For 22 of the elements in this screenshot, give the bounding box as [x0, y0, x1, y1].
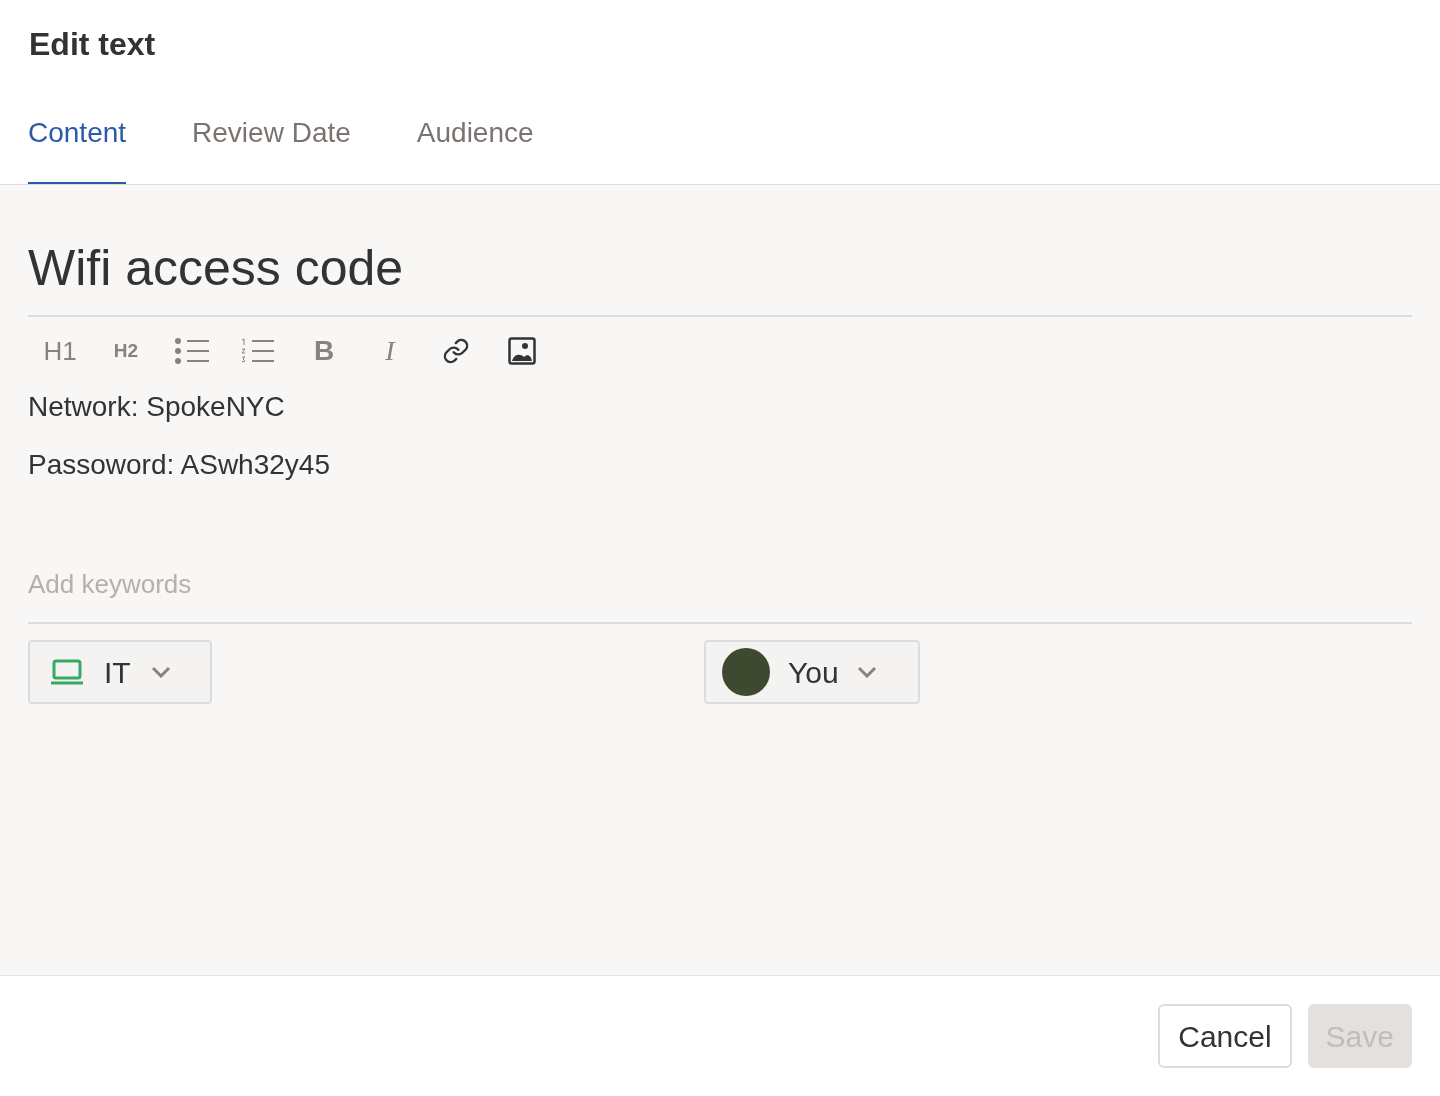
laptop-icon: [50, 659, 84, 685]
keywords-field[interactable]: Add keywords: [28, 565, 1412, 624]
tab[interactable]: Review Date: [192, 112, 351, 184]
chevron-down-icon: [856, 666, 877, 678]
body-text: Passoword: ASwh32y45: [28, 448, 331, 482]
avatar: [722, 648, 770, 696]
tab[interactable]: Audience: [416, 112, 534, 184]
dialog-title: Edit text: [29, 25, 157, 64]
title-field[interactable]: Wifi access code: [28, 235, 1412, 317]
category-dropdown[interactable]: IT: [28, 640, 212, 704]
image-icon: [508, 337, 536, 365]
cancel-button[interactable]: Cancel: [1158, 1004, 1292, 1068]
link-icon: [442, 337, 470, 365]
numbered-list-icon: [240, 338, 276, 364]
heading-two-button[interactable]: H2: [106, 331, 146, 371]
bullet-list-icon: [174, 338, 210, 364]
owner-dropdown[interactable]: You: [704, 640, 920, 704]
heading-one-button[interactable]: H1: [40, 331, 80, 371]
body-text: Network: SpokeNYC: [28, 390, 286, 424]
chevron-down-icon: [150, 666, 171, 678]
bold-button[interactable]: B: [304, 331, 344, 371]
italic-button[interactable]: I: [370, 331, 410, 371]
